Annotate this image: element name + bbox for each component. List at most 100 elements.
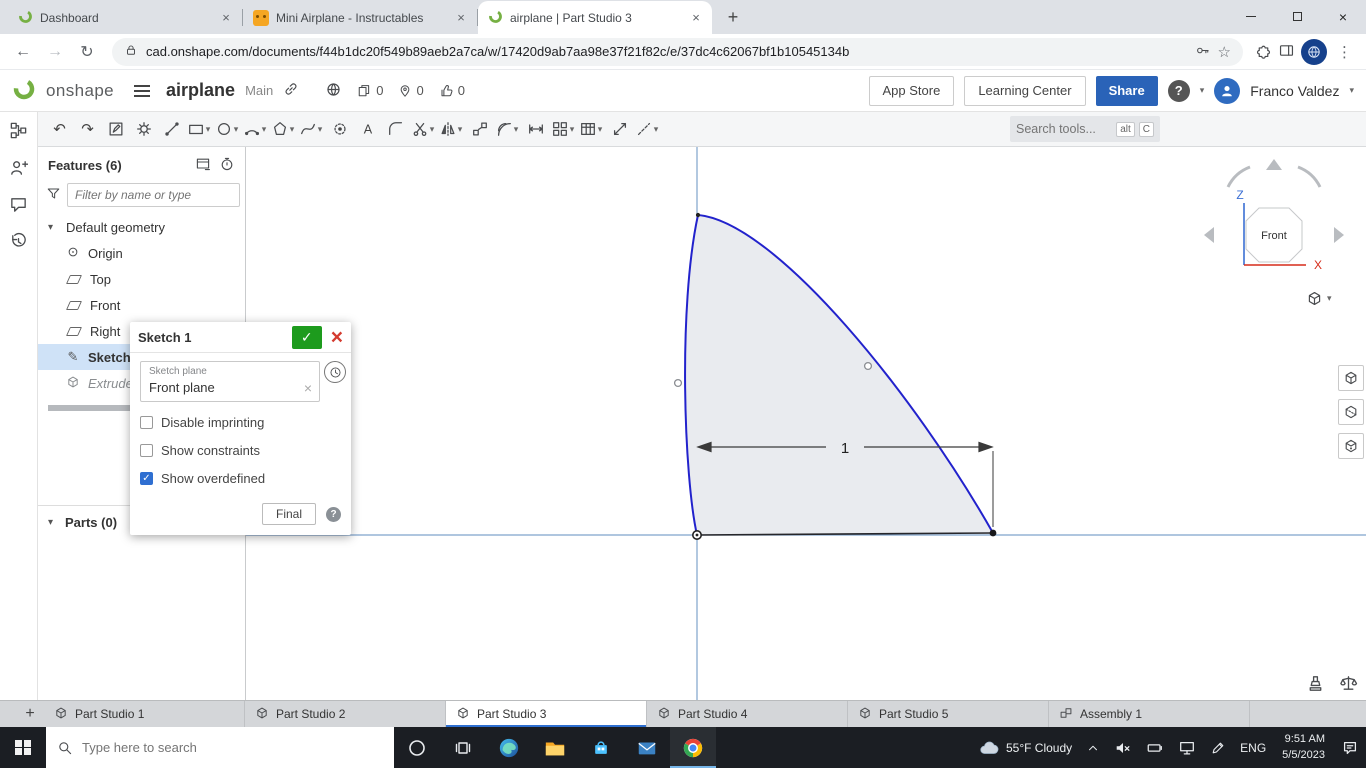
dialog-help-icon[interactable]: ? xyxy=(326,506,341,522)
chrome-icon[interactable] xyxy=(670,727,716,768)
edge-icon[interactable] xyxy=(486,727,532,768)
view-cube[interactable]: Z X Front xyxy=(1198,155,1350,287)
mirror-tool-icon[interactable]: ▾ xyxy=(438,115,465,143)
features-filter-input[interactable] xyxy=(67,183,240,207)
feature-item-top-plane[interactable]: Top xyxy=(38,266,245,292)
follow-mode-icon[interactable] xyxy=(9,158,29,180)
user-menu-caret-icon[interactable]: ▾ xyxy=(1349,85,1354,96)
browser-menu-icon[interactable]: ⋮ xyxy=(1333,43,1356,61)
browser-tab-dashboard[interactable]: Dashboard × xyxy=(8,1,242,34)
help-icon[interactable]: ? xyxy=(1167,79,1190,102)
tab-part-studio-4[interactable]: Part Studio 4 xyxy=(647,701,848,727)
tab-close-icon[interactable]: × xyxy=(688,10,704,26)
line-tool-icon[interactable] xyxy=(158,115,185,143)
onshape-logo[interactable] xyxy=(12,77,36,104)
units-stamp-icon[interactable] xyxy=(1306,674,1325,696)
pen-icon[interactable] xyxy=(1203,727,1233,768)
table-icon[interactable]: ▾ xyxy=(578,115,605,143)
microsoft-store-icon[interactable] xyxy=(578,727,624,768)
rollback-stopwatch-icon[interactable] xyxy=(219,156,235,175)
tab-close-icon[interactable]: × xyxy=(218,10,234,26)
comments-icon[interactable] xyxy=(9,195,28,217)
checkbox-show-overdefined[interactable]: ✓ Show overdefined xyxy=(140,471,341,486)
browser-tab-instructables[interactable]: Mini Airplane - Instructables × xyxy=(243,1,477,34)
window-minimize-button[interactable] xyxy=(1228,0,1274,33)
rotate-left-arrow-icon[interactable] xyxy=(1204,227,1214,243)
clock-widget[interactable]: 9:51 AM 5/5/2023 xyxy=(1273,727,1334,768)
fillet-tool-icon[interactable] xyxy=(382,115,409,143)
chevron-down-icon[interactable]: ▾ xyxy=(48,222,58,233)
side-panel-icon[interactable] xyxy=(1278,42,1295,62)
offset-tool-icon[interactable]: ▾ xyxy=(494,115,521,143)
tab-part-studio-2[interactable]: Part Studio 2 xyxy=(245,701,446,727)
history-icon[interactable] xyxy=(9,232,28,254)
spline-handle-left[interactable] xyxy=(673,378,683,388)
language-indicator[interactable]: ENG xyxy=(1233,727,1273,768)
task-view-icon[interactable] xyxy=(440,727,486,768)
display-style-icon[interactable] xyxy=(1338,365,1364,391)
sketch-plane-value[interactable]: Front plane xyxy=(149,380,311,395)
default-geometry-group[interactable]: ▾ Default geometry xyxy=(38,214,245,240)
start-button[interactable] xyxy=(0,727,46,768)
file-explorer-icon[interactable] xyxy=(532,727,578,768)
battery-icon[interactable] xyxy=(1139,727,1171,768)
window-close-button[interactable]: × xyxy=(1320,0,1366,33)
cortana-icon[interactable] xyxy=(394,727,440,768)
section-view-icon[interactable] xyxy=(1338,399,1364,425)
learning-center-button[interactable]: Learning Center xyxy=(964,75,1086,106)
spline-tool-icon[interactable]: ▾ xyxy=(298,115,325,143)
graphics-canvas[interactable]: 1 Z X Front ▾ xyxy=(246,147,1366,700)
bookmark-star-icon[interactable]: ☆ xyxy=(1218,43,1231,61)
endpoint-right[interactable] xyxy=(989,529,997,537)
dimension-value[interactable]: 1 xyxy=(841,440,849,457)
dimension-tool-icon[interactable] xyxy=(522,115,549,143)
sheet-metal-icon[interactable] xyxy=(130,115,157,143)
spline-handle-right[interactable] xyxy=(863,361,873,371)
help-caret-icon[interactable]: ▾ xyxy=(1200,85,1205,96)
toolbar-search[interactable]: alt C xyxy=(1010,116,1160,142)
sketch-icon[interactable] xyxy=(102,115,129,143)
final-button[interactable]: Final xyxy=(261,503,316,525)
address-bar[interactable]: cad.onshape.com/documents/f44b1dc20f549b… xyxy=(112,37,1243,66)
user-name[interactable]: Franco Valdez xyxy=(1250,83,1339,99)
point-tool-icon[interactable] xyxy=(326,115,353,143)
measure-tool-icon[interactable] xyxy=(606,115,633,143)
rotate-cw-arrow-icon[interactable] xyxy=(1297,165,1322,188)
construction-tool-icon[interactable]: ▾ xyxy=(634,115,661,143)
insert-feature-icon[interactable] xyxy=(195,156,211,175)
taskbar-search-input[interactable] xyxy=(82,740,383,755)
weather-widget[interactable]: 55°F Cloudy xyxy=(971,727,1079,768)
text-tool-icon[interactable]: A xyxy=(354,115,381,143)
dialog-history-icon[interactable] xyxy=(324,361,346,383)
scale-balance-icon[interactable] xyxy=(1339,674,1358,696)
followers-stat[interactable]: 0 xyxy=(398,83,424,98)
linear-pattern-icon[interactable] xyxy=(466,115,493,143)
share-link-icon[interactable] xyxy=(283,81,299,100)
rotate-up-arrow-icon[interactable] xyxy=(1266,159,1282,170)
rotate-right-arrow-icon[interactable] xyxy=(1334,227,1344,243)
password-key-icon[interactable] xyxy=(1195,43,1210,61)
circle-tool-icon[interactable]: ▾ xyxy=(214,115,241,143)
window-maximize-button[interactable] xyxy=(1274,0,1320,33)
browser-tab-partstudio[interactable]: airplane | Part Studio 3 × xyxy=(478,1,712,34)
forward-button[interactable]: → xyxy=(42,39,68,65)
filter-funnel-icon[interactable] xyxy=(46,186,61,204)
user-avatar[interactable] xyxy=(1214,77,1241,104)
rectangle-tool-icon[interactable]: ▾ xyxy=(186,115,213,143)
tab-part-studio-3[interactable]: Part Studio 3 xyxy=(446,701,647,727)
arc-tool-icon[interactable]: ▾ xyxy=(242,115,269,143)
grid-pattern-icon[interactable]: ▾ xyxy=(550,115,577,143)
chevron-down-icon[interactable]: ▾ xyxy=(48,517,58,528)
document-menu-icon[interactable] xyxy=(128,81,156,101)
checkbox-show-constraints[interactable]: Show constraints xyxy=(140,443,341,458)
rotate-ccw-arrow-icon[interactable] xyxy=(1226,165,1251,188)
checkbox-icon[interactable]: ✓ xyxy=(140,472,153,485)
mail-icon[interactable] xyxy=(624,727,670,768)
copies-stat[interactable]: 0 xyxy=(357,83,383,98)
app-store-button[interactable]: App Store xyxy=(868,75,955,106)
sketch-plane-field[interactable]: Sketch plane Front plane × xyxy=(140,361,320,402)
browser-profile-avatar[interactable] xyxy=(1301,38,1327,65)
apex-point[interactable] xyxy=(695,212,701,218)
volume-muted-icon[interactable] xyxy=(1107,727,1139,768)
clear-selection-icon[interactable]: × xyxy=(304,381,312,395)
